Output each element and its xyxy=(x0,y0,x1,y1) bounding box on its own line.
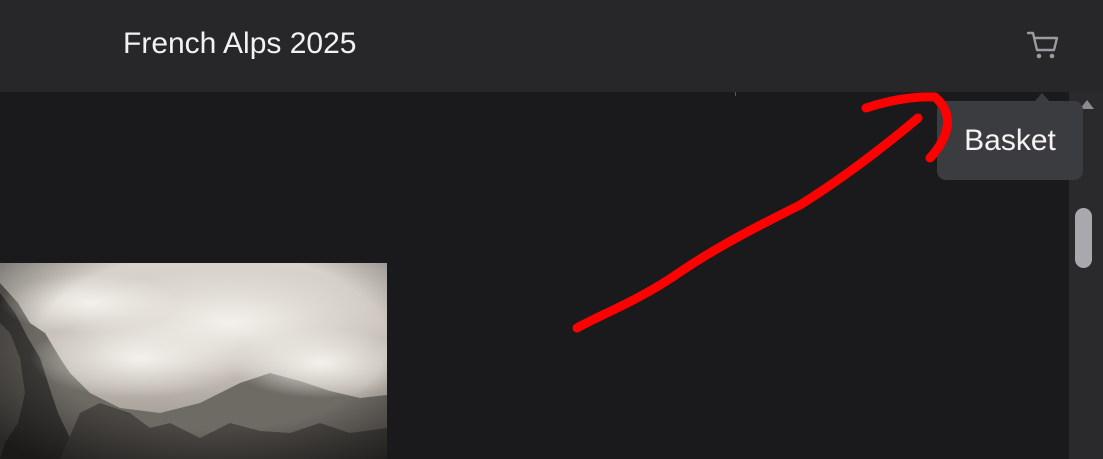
gallery-photo[interactable] xyxy=(0,263,387,459)
shopping-cart-icon xyxy=(1026,31,1059,59)
cart-button[interactable] xyxy=(1022,24,1064,66)
basket-tooltip: Basket xyxy=(937,101,1083,180)
scrollbar-thumb[interactable] xyxy=(1075,208,1092,268)
mountain-photo xyxy=(0,263,387,459)
app-header: French Alps 2025 xyxy=(0,0,1103,92)
page: French Alps 2025 Basket xyxy=(0,0,1103,459)
divider-tick xyxy=(735,92,736,96)
page-title: French Alps 2025 xyxy=(123,27,357,60)
tooltip-label: Basket xyxy=(964,123,1056,157)
